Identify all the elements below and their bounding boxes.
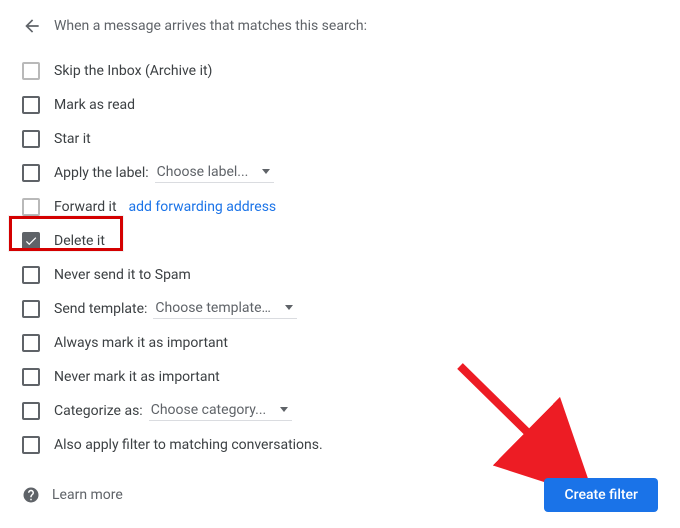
filter-header: When a message arrives that matches this…	[22, 16, 658, 36]
option-label: Send template:	[54, 301, 147, 317]
option-mark-read: Mark as read	[22, 88, 658, 122]
category-select[interactable]: Choose category...	[149, 402, 293, 421]
option-label: Apply the label:	[54, 165, 149, 181]
label-select-value: Choose label...	[157, 164, 249, 180]
checkbox-archive[interactable]	[22, 62, 40, 80]
option-forward: Forward it add forwarding address	[22, 190, 658, 224]
checkbox-also-apply[interactable]	[22, 436, 40, 454]
option-label: Star it	[54, 131, 91, 147]
option-label: Delete it	[54, 233, 105, 249]
checkbox-mark-read[interactable]	[22, 96, 40, 114]
option-always-important: Always mark it as important	[22, 326, 658, 360]
learn-more-label: Learn more	[52, 487, 123, 503]
chevron-down-icon	[280, 407, 288, 412]
option-archive: Skip the Inbox (Archive it)	[22, 54, 658, 88]
checkbox-always-important[interactable]	[22, 334, 40, 352]
checkbox-delete[interactable]	[22, 232, 40, 250]
option-label: Also apply filter to matching conversati…	[54, 437, 323, 453]
option-label: Never send it to Spam	[54, 267, 191, 283]
back-arrow-icon[interactable]	[22, 16, 42, 36]
chevron-down-icon	[262, 169, 270, 174]
label-select[interactable]: Choose label...	[155, 164, 275, 183]
option-categorize: Categorize as: Choose category...	[22, 394, 658, 428]
chevron-down-icon	[285, 305, 293, 310]
option-apply-label: Apply the label: Choose label...	[22, 156, 658, 190]
option-label: Skip the Inbox (Archive it)	[54, 63, 212, 79]
option-label: Never mark it as important	[54, 369, 220, 385]
option-delete: Delete it	[22, 224, 658, 258]
option-label: Always mark it as important	[54, 335, 228, 351]
category-select-value: Choose category...	[151, 402, 267, 418]
checkbox-forward[interactable]	[22, 198, 40, 216]
template-select-value: Choose template…	[155, 300, 270, 316]
checkbox-send-template[interactable]	[22, 300, 40, 318]
option-never-important: Never mark it as important	[22, 360, 658, 394]
option-star: Star it	[22, 122, 658, 156]
option-also-apply: Also apply filter to matching conversati…	[22, 428, 658, 462]
add-forwarding-link[interactable]: add forwarding address	[129, 199, 277, 215]
learn-more[interactable]: Learn more	[22, 486, 123, 504]
option-never-spam: Never send it to Spam	[22, 258, 658, 292]
option-send-template: Send template: Choose template…	[22, 292, 658, 326]
option-label: Mark as read	[54, 97, 135, 113]
checkbox-star[interactable]	[22, 130, 40, 148]
option-label: Categorize as:	[54, 403, 143, 419]
help-icon	[22, 486, 40, 504]
checkbox-categorize[interactable]	[22, 402, 40, 420]
option-label: Forward it	[54, 199, 117, 215]
header-title: When a message arrives that matches this…	[54, 18, 367, 34]
checkbox-never-important[interactable]	[22, 368, 40, 386]
checkbox-never-spam[interactable]	[22, 266, 40, 284]
template-select[interactable]: Choose template…	[153, 300, 296, 319]
create-filter-button[interactable]: Create filter	[544, 478, 658, 512]
checkbox-apply-label[interactable]	[22, 164, 40, 182]
